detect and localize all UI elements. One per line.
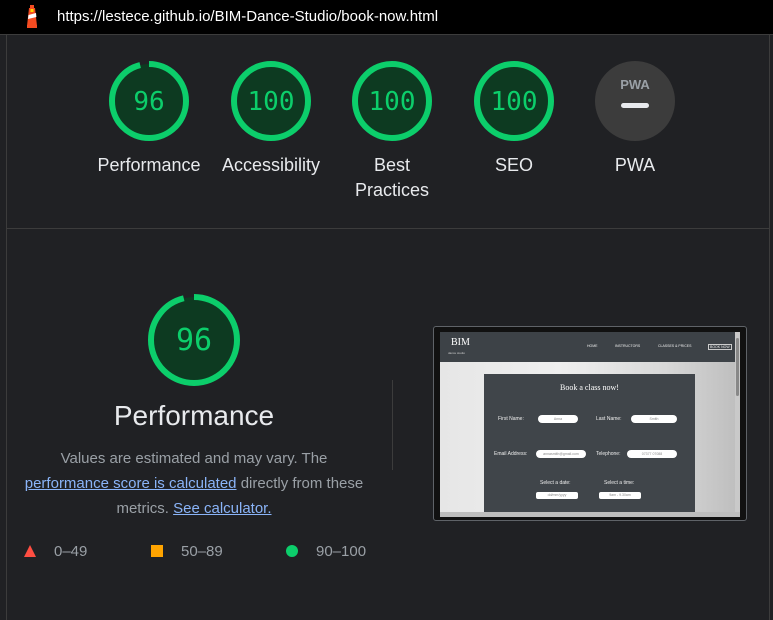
performance-gauge: 96 (148, 294, 240, 386)
pwa-badge-text: PWA (620, 77, 650, 92)
legend-range: 50–89 (181, 542, 223, 560)
legend-pass: 90–100 (286, 543, 366, 560)
nav-home: HOME (587, 344, 598, 348)
date-label: Select a date: (540, 480, 571, 486)
square-icon (151, 545, 163, 557)
last-name-field: Smith (631, 415, 677, 423)
final-screenshot[interactable]: BIM dance studio HOME INSTRUCTORS CLASSE… (433, 326, 747, 521)
phone-field: 07377 07088 (627, 450, 677, 458)
email-label: Email Address: (494, 451, 528, 457)
gauge-score: 100 (248, 87, 295, 117)
time-label: Select a time: (604, 480, 635, 486)
gauge-ring: 96 (109, 61, 189, 141)
legend-fail: 0–49 (24, 543, 87, 560)
gauge-label: PWA (614, 155, 656, 175)
description-text: Values are estimated and may vary. The (60, 450, 328, 467)
screenshot-page: BIM dance studio HOME INSTRUCTORS CLASSE… (440, 332, 740, 517)
performance-description: Values are estimated and may vary. The p… (22, 446, 366, 521)
top-bar: https://lestece.github.io/BIM-Dance-Stud… (0, 0, 773, 35)
form-title: Book a class now! (560, 383, 619, 392)
nav-classes: CLASSES & PRICES (658, 344, 692, 348)
gauge-pwa[interactable]: PWA PWA (585, 61, 685, 175)
screenshot-bottom-bar (440, 512, 740, 517)
legend-range: 0–49 (54, 542, 88, 560)
legend-range: 90–100 (316, 542, 367, 560)
email-field: annasmith@gmail.com (536, 450, 586, 458)
first-name-label: First Name: (498, 416, 524, 422)
gauge-ring: 100 (231, 61, 311, 141)
right-edge (769, 35, 770, 620)
triangle-icon (24, 545, 36, 557)
gauge-score: 100 (491, 87, 538, 117)
gauge-accessibility[interactable]: 100 Accessibility (221, 61, 321, 175)
site-brand-sub: dance studio (448, 351, 466, 355)
pwa-badge-icon: PWA (595, 61, 675, 141)
screenshot-scroll-thumb (736, 338, 739, 396)
vertical-divider (392, 380, 393, 470)
performance-score: 96 (176, 323, 212, 358)
gauge-label-line: Practices (354, 180, 430, 200)
gauge-ring: 100 (352, 61, 432, 141)
gauge-performance[interactable]: 96 Performance (97, 61, 201, 175)
first-name-field: Anna (538, 415, 578, 423)
nav-book-now: BOOK NOW (708, 344, 732, 350)
last-name-label: Last Name: (596, 416, 622, 422)
section-divider (7, 228, 769, 229)
left-edge (6, 35, 7, 620)
gauge-score: 96 (133, 87, 164, 117)
score-calculated-link[interactable]: performance score is calculated (25, 475, 237, 492)
booking-form: Book a class now! First Name: Anna Last … (484, 374, 695, 517)
gauge-ring: 100 (474, 61, 554, 141)
circle-icon (286, 545, 298, 557)
time-field: 9am - 9.30am (599, 492, 641, 499)
performance-title: Performance (113, 400, 275, 431)
site-brand: BIM (451, 337, 470, 348)
site-navbar: BIM dance studio HOME INSTRUCTORS CLASSE… (440, 332, 740, 362)
gauge-seo[interactable]: 100 SEO (464, 61, 564, 175)
date-field: dd/mm/yyyy (536, 492, 578, 499)
see-calculator-link[interactable]: See calculator. (173, 500, 271, 517)
gauge-best-practices[interactable]: 100 Best Practices (342, 61, 442, 200)
nav-instructors: INSTRUCTORS (615, 344, 641, 348)
gauge-score: 100 (369, 87, 416, 117)
legend-average: 50–89 (151, 543, 223, 560)
lighthouse-icon (27, 5, 37, 28)
report-url[interactable]: https://lestece.github.io/BIM-Dance-Stud… (57, 8, 438, 25)
phone-label: Telephone: (596, 451, 621, 457)
